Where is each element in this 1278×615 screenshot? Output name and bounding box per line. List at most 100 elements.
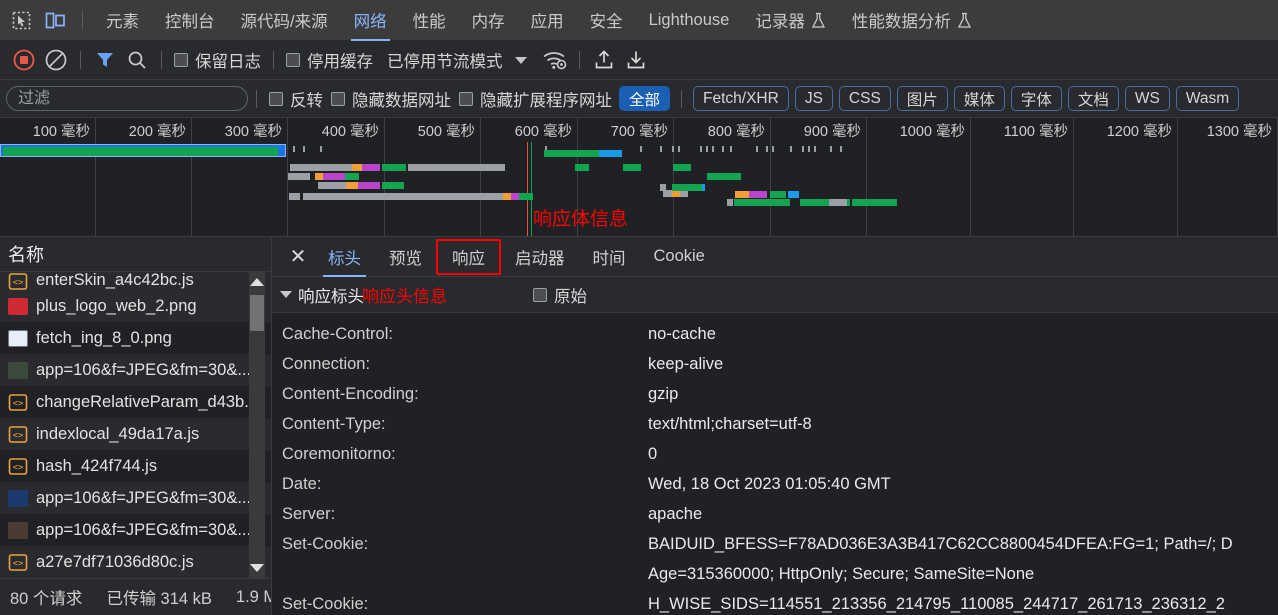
request-list-header[interactable]: 名称 bbox=[0, 237, 271, 272]
header-value[interactable]: Wed, 18 Oct 2023 01:05:40 GMT bbox=[648, 469, 1278, 499]
scroll-up-arrow-icon[interactable] bbox=[250, 278, 264, 286]
tab-recorder[interactable]: 记录器 bbox=[742, 0, 839, 41]
type-filter-css[interactable]: CSS bbox=[838, 86, 891, 111]
timeline-bar bbox=[315, 173, 323, 180]
request-list[interactable]: <> enterSkin_a4c42bc.js plus_logo_web_2.… bbox=[0, 272, 271, 578]
request-list-pane: 名称 <> enterSkin_a4c42bc.js plus_logo_web… bbox=[0, 237, 272, 615]
scroll-down-arrow-icon[interactable] bbox=[250, 564, 264, 572]
tab-performance[interactable]: 性能 bbox=[400, 0, 459, 41]
timeline-bar bbox=[829, 199, 847, 206]
header-value[interactable]: gzip bbox=[648, 379, 1278, 409]
detail-tab-initiator[interactable]: 启动器 bbox=[501, 237, 579, 277]
timeline-minitick bbox=[303, 146, 305, 152]
list-item[interactable]: fetch_ing_8_0.png bbox=[0, 322, 271, 354]
header-key: Date: bbox=[282, 475, 322, 493]
invert-checkbox[interactable]: 反转 bbox=[269, 87, 323, 111]
type-filter-ws[interactable]: WS bbox=[1124, 86, 1170, 111]
header-row: Server: apache bbox=[272, 499, 1278, 529]
tab-label: 源代码/来源 bbox=[240, 13, 328, 31]
tab-application[interactable]: 应用 bbox=[518, 0, 577, 41]
network-overview-timeline[interactable]: 100 毫秒 200 毫秒 300 毫秒 400 毫秒 500 毫秒 600 毫… bbox=[0, 118, 1278, 237]
header-value[interactable]: 0 bbox=[648, 439, 1278, 469]
clear-network-log-icon[interactable] bbox=[40, 45, 72, 75]
header-value[interactable]: no-cache bbox=[648, 319, 1278, 349]
type-filter-fetch-xhr[interactable]: Fetch/XHR bbox=[693, 86, 789, 111]
disable-cache-checkbox[interactable]: 停用缓存 bbox=[286, 48, 373, 72]
type-filter-img[interactable]: 图片 bbox=[896, 86, 948, 111]
tabbar-divider bbox=[82, 10, 83, 30]
tab-label: 元素 bbox=[106, 13, 139, 31]
type-filter-js[interactable]: JS bbox=[794, 86, 833, 111]
type-filter-label: 全部 bbox=[629, 91, 661, 109]
tab-lighthouse[interactable]: Lighthouse bbox=[636, 0, 743, 41]
request-list-scrollbar[interactable] bbox=[249, 272, 265, 578]
list-item[interactable]: <> changeRelativeParam_d43b... bbox=[0, 386, 271, 418]
detail-tab-response[interactable]: 响应 bbox=[436, 238, 501, 275]
wifi-settings-icon[interactable] bbox=[539, 45, 571, 75]
tab-network[interactable]: 网络 bbox=[341, 0, 400, 41]
list-item[interactable]: plus_logo_web_2.png bbox=[0, 290, 271, 322]
tick-label: 900 毫秒 bbox=[803, 124, 861, 140]
type-filter-media[interactable]: 媒体 bbox=[953, 86, 1005, 111]
list-item[interactable]: <> hash_424f744.js bbox=[0, 450, 271, 482]
timeline-bar bbox=[318, 182, 346, 189]
type-filter-wasm[interactable]: Wasm bbox=[1175, 86, 1240, 111]
download-arrow-icon[interactable] bbox=[620, 45, 652, 75]
type-filter-font[interactable]: 字体 bbox=[1010, 86, 1062, 111]
timeline-bar bbox=[382, 182, 404, 189]
detail-tab-timing[interactable]: 时间 bbox=[579, 237, 640, 277]
tab-performance-insights[interactable]: 性能数据分析 bbox=[839, 0, 985, 41]
raw-toggle-checkbox[interactable]: 原始 bbox=[533, 283, 587, 307]
upload-arrow-icon[interactable] bbox=[588, 45, 620, 75]
timeline-bar bbox=[345, 173, 359, 180]
list-item[interactable]: <> a27e7df71036d80c.js bbox=[0, 546, 271, 578]
record-stop-icon[interactable] bbox=[8, 45, 40, 75]
header-value[interactable]: text/html;charset=utf-8 bbox=[648, 409, 1278, 439]
image-thumb-icon bbox=[8, 297, 28, 315]
list-item[interactable]: <> indexlocal_49da17a.js bbox=[0, 418, 271, 450]
resource-size: 1.9 M bbox=[235, 587, 271, 606]
header-value[interactable]: H_WISE_SIDS=114551_213356_214795_110085_… bbox=[648, 589, 1278, 615]
list-item[interactable]: app=106&f=JPEG&fm=30&... bbox=[0, 482, 271, 514]
tab-sources[interactable]: 源代码/来源 bbox=[228, 0, 341, 41]
device-toolbar-icon[interactable] bbox=[38, 5, 72, 35]
close-icon[interactable]: ✕ bbox=[282, 243, 314, 271]
list-item[interactable]: app=106&f=JPEG&fm=30&... bbox=[0, 514, 271, 546]
tab-security[interactable]: 安全 bbox=[577, 0, 636, 41]
inspect-element-icon[interactable] bbox=[4, 5, 38, 35]
hide-extension-urls-checkbox[interactable]: 隐藏扩展程序网址 bbox=[459, 87, 612, 111]
timeline-bar bbox=[782, 199, 790, 206]
chevron-down-icon[interactable] bbox=[514, 56, 527, 64]
throttle-select[interactable]: 已停用节流模式 bbox=[387, 48, 503, 72]
preserve-log-checkbox[interactable]: 保留日志 bbox=[174, 48, 261, 72]
detail-tab-cookies[interactable]: Cookie bbox=[640, 237, 719, 277]
column-header-name: 名称 bbox=[8, 245, 44, 265]
header-value[interactable]: keep-alive bbox=[648, 349, 1278, 379]
tab-label: 网络 bbox=[353, 13, 387, 31]
scrollbar-thumb[interactable] bbox=[250, 295, 264, 331]
header-value[interactable]: Age=315360000; HttpOnly; Secure; SameSit… bbox=[648, 559, 1278, 589]
header-value[interactable]: apache bbox=[648, 499, 1278, 529]
header-value[interactable]: BAIDUID_BFESS=F78AD036E3A3B417C62CC88004… bbox=[648, 529, 1278, 559]
detail-tab-preview[interactable]: 预览 bbox=[375, 237, 436, 277]
request-name: plus_logo_web_2.png bbox=[36, 296, 197, 315]
type-filter-label: Fetch/XHR bbox=[703, 89, 779, 107]
detail-tab-label: 启动器 bbox=[515, 249, 565, 268]
type-filter-doc[interactable]: 文档 bbox=[1067, 86, 1119, 111]
tick-label: 1200 毫秒 bbox=[1106, 124, 1172, 140]
filter-funnel-icon[interactable] bbox=[89, 45, 121, 75]
triangle-down-icon[interactable] bbox=[280, 291, 292, 298]
list-item[interactable]: <> enterSkin_a4c42bc.js bbox=[0, 272, 271, 290]
filter-input[interactable] bbox=[6, 86, 248, 111]
detail-tab-headers[interactable]: 标头 bbox=[314, 237, 375, 277]
search-icon[interactable] bbox=[121, 45, 153, 75]
tab-elements[interactable]: 元素 bbox=[93, 0, 152, 41]
js-file-icon: <> bbox=[8, 273, 28, 290]
svg-text:<>: <> bbox=[13, 431, 24, 441]
tab-memory[interactable]: 内存 bbox=[459, 0, 518, 41]
list-item[interactable]: app=106&f=JPEG&fm=30&... bbox=[0, 354, 271, 386]
hide-data-urls-checkbox[interactable]: 隐藏数据网址 bbox=[331, 87, 451, 111]
tab-console[interactable]: 控制台 bbox=[152, 0, 228, 41]
type-filter-all[interactable]: 全部 bbox=[619, 86, 671, 111]
type-filter-label: CSS bbox=[848, 89, 881, 107]
